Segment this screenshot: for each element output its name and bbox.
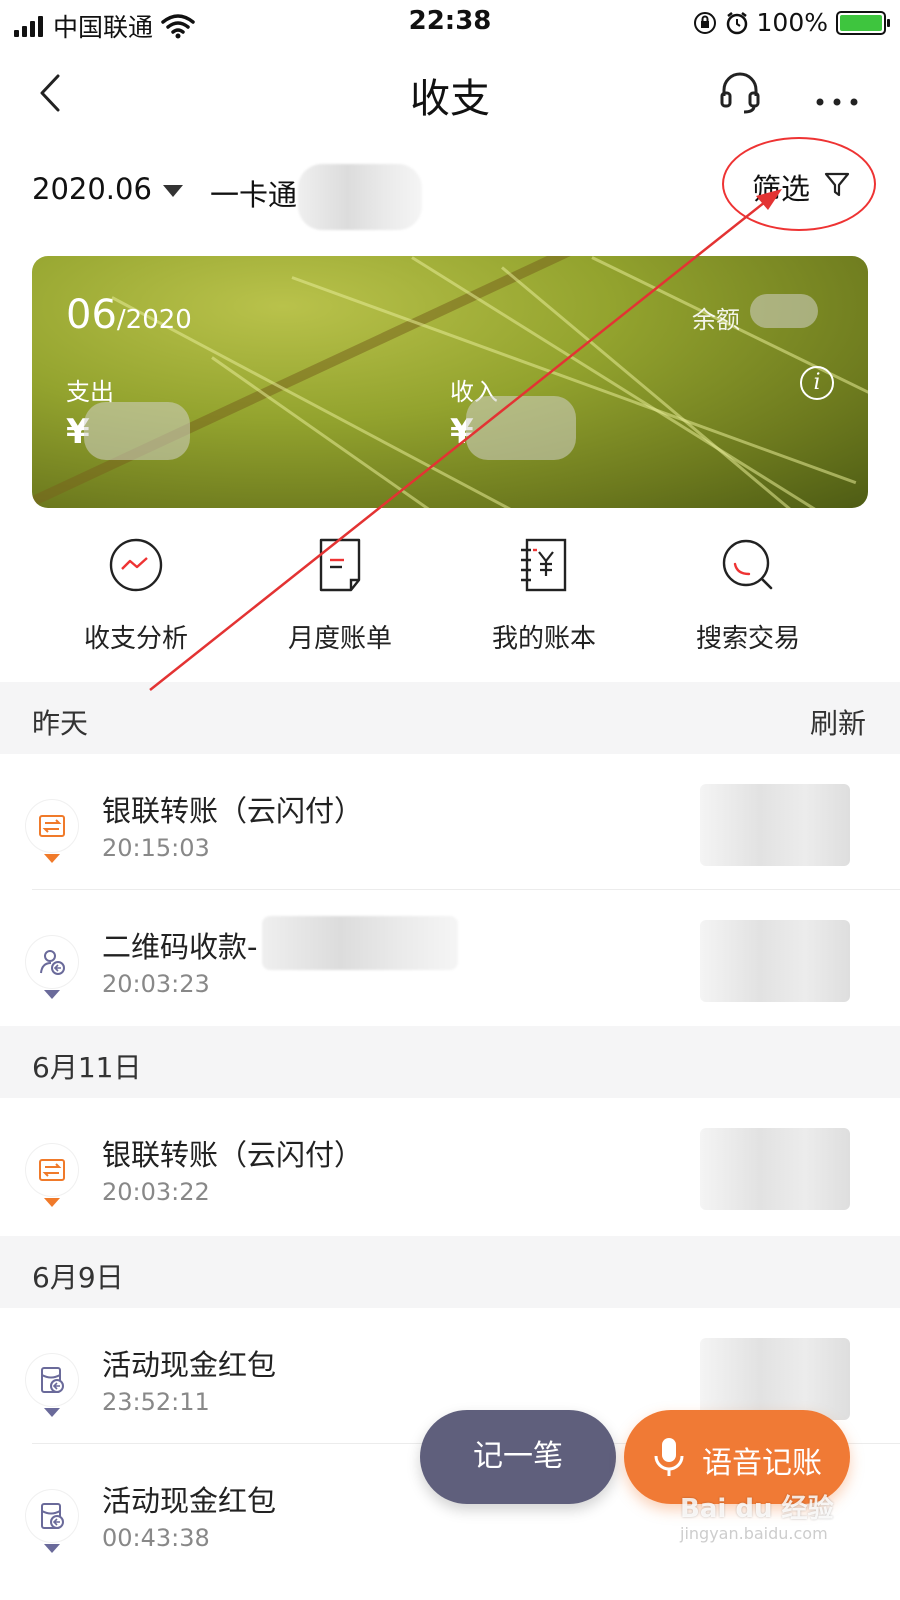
bill-icon xyxy=(319,538,361,592)
transaction-title: 银联转账（云闪付） xyxy=(102,794,364,828)
transaction-time: 20:15:03 xyxy=(102,834,210,862)
search-icon xyxy=(722,539,773,590)
transfer-icon xyxy=(26,1144,78,1207)
watermark-url: jingyan.baidu.com xyxy=(680,1524,828,1543)
page-title: 收支 xyxy=(410,76,490,122)
masked-amount xyxy=(700,784,850,866)
balance-card[interactable]: 06/2020 余额 支出 收入 ¥ ¥ i xyxy=(32,256,868,508)
section-header: 6月9日 xyxy=(0,1236,900,1308)
battery-icon xyxy=(836,10,890,35)
masked-expense-amount xyxy=(84,402,190,460)
status-bar: 中国联通 22:38 100% xyxy=(0,0,900,46)
section-header: 昨天 刷新 xyxy=(0,682,900,754)
quick-action-monthly-bill[interactable]: 月度账单 xyxy=(240,536,440,655)
caret-down-icon[interactable] xyxy=(163,185,183,197)
month-selector[interactable]: 2020.06 xyxy=(32,172,152,206)
transfer-icon xyxy=(26,800,78,863)
transaction-time: 20:03:23 xyxy=(102,970,210,998)
chart-icon xyxy=(109,538,163,592)
rotation-lock-icon xyxy=(693,11,716,34)
transaction-time: 23:52:11 xyxy=(102,1388,210,1416)
quick-action-search[interactable]: 搜索交易 xyxy=(648,536,848,655)
red-packet-icon xyxy=(26,1490,78,1553)
transaction-time: 00:43:38 xyxy=(102,1524,210,1552)
transaction-time: 20:03:22 xyxy=(102,1178,210,1206)
balance-label: 余额 xyxy=(692,306,740,334)
masked-amount xyxy=(700,1338,850,1420)
status-right: 100% xyxy=(693,8,890,37)
masked-payer-name xyxy=(262,916,458,970)
ledger-icon xyxy=(521,538,567,592)
masked-amount xyxy=(700,920,850,1002)
masked-balance xyxy=(750,294,818,328)
section-title: 6月11日 xyxy=(32,1051,142,1084)
section-header: 6月11日 xyxy=(0,1026,900,1098)
account-selector[interactable]: 一卡通 xyxy=(210,172,297,214)
transaction-title: 活动现金红包 xyxy=(102,1484,277,1518)
section-title: 6月9日 xyxy=(32,1261,124,1294)
quick-action-label: 月度账单 xyxy=(287,624,392,654)
annotation-circle xyxy=(722,137,876,231)
section-title: 昨天 xyxy=(32,707,89,740)
list-item[interactable]: 银联转账（云闪付） 20:15:03 xyxy=(0,754,900,890)
list-item[interactable]: 二维码收款- 20:03:23 xyxy=(0,890,900,1026)
transaction-title: 银联转账（云闪付） xyxy=(102,1138,364,1172)
refresh-button[interactable]: 刷新 xyxy=(810,702,866,742)
masked-account-number xyxy=(298,164,422,230)
list-item[interactable]: 银联转账（云闪付） 20:03:22 xyxy=(0,1098,900,1234)
microphone-icon xyxy=(654,1438,684,1476)
red-packet-icon xyxy=(26,1354,78,1417)
transaction-title: 活动现金红包 xyxy=(102,1348,277,1382)
headset-icon[interactable] xyxy=(716,68,764,116)
quick-action-ledger[interactable]: 我的账本 xyxy=(444,536,644,655)
person-receive-icon xyxy=(26,936,78,999)
masked-amount xyxy=(700,1128,850,1210)
quick-action-label: 收支分析 xyxy=(83,624,188,654)
masked-income-amount xyxy=(466,396,576,460)
quick-action-label: 我的账本 xyxy=(491,624,596,654)
quick-action-label: 搜索交易 xyxy=(695,624,800,654)
nav-bar: 收支 xyxy=(0,56,900,126)
voice-record-label: 语音记账 xyxy=(702,1446,822,1481)
watermark-brand: Bai du 经验 xyxy=(680,1494,834,1524)
quick-actions: 收支分析 月度账单 我的账本 搜索交易 xyxy=(0,536,900,666)
transaction-title: 二维码收款- xyxy=(102,930,258,964)
info-icon[interactable]: i xyxy=(800,366,834,400)
alarm-icon xyxy=(726,11,747,34)
add-record-button[interactable]: 记一笔 xyxy=(420,1410,616,1504)
battery-percent: 100% xyxy=(756,8,828,37)
quick-action-analysis[interactable]: 收支分析 xyxy=(36,536,236,655)
more-dots-icon[interactable] xyxy=(812,68,862,116)
card-month: 06/2020 xyxy=(66,292,192,338)
